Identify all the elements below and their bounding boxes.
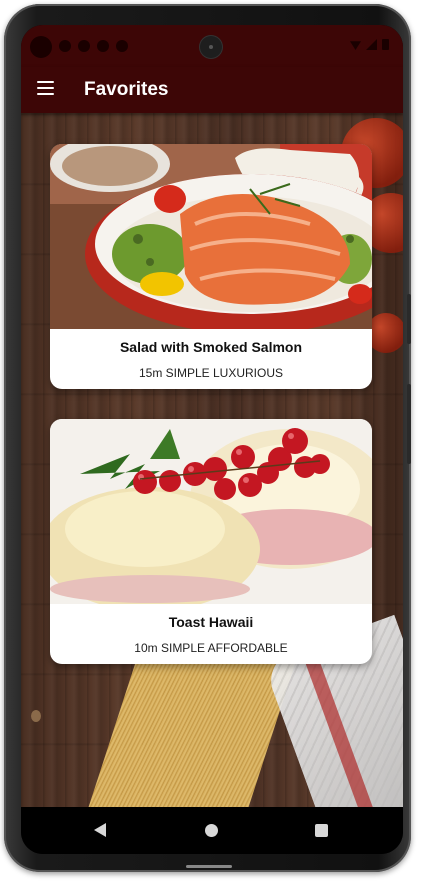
signal-icon xyxy=(366,39,377,50)
status-bar xyxy=(21,25,403,67)
meal-card[interactable]: Salad with Smoked Salmon 15m SIMPLE LUXU… xyxy=(50,144,372,389)
hamburger-menu-icon[interactable] xyxy=(37,81,55,99)
front-camera xyxy=(200,36,222,58)
meal-meta: 15m SIMPLE LUXURIOUS xyxy=(138,366,284,380)
notification-icon xyxy=(59,40,71,52)
background-spaghetti xyxy=(85,658,297,807)
status-right-icons xyxy=(350,39,389,50)
meal-card[interactable]: Toast Hawaii 10m SIMPLE AFFORDABLE xyxy=(50,419,372,664)
notification-icon xyxy=(78,40,90,52)
app-bar: Favorites xyxy=(21,67,403,113)
meal-info: Toast Hawaii 10m SIMPLE AFFORDABLE xyxy=(50,604,372,664)
wifi-icon xyxy=(350,41,361,50)
favorites-list[interactable]: Salad with Smoked Salmon 15m SIMPLE LUXU… xyxy=(21,113,403,807)
battery-icon xyxy=(382,39,389,50)
status-left-icons xyxy=(59,39,128,53)
home-circle-icon[interactable] xyxy=(205,824,218,837)
page-title: Favorites xyxy=(84,79,169,100)
background-nut xyxy=(31,710,41,722)
system-nav-bar xyxy=(21,807,403,854)
volume-button xyxy=(407,294,411,344)
status-avatar-icon xyxy=(30,36,52,58)
notification-icon xyxy=(116,40,128,52)
phone-frame: Favorites Salad with Smoked Salmon 15m S… xyxy=(4,4,411,872)
back-triangle-icon[interactable] xyxy=(94,823,106,837)
phone-chin xyxy=(186,865,232,868)
phone-screen: Favorites Salad with Smoked Salmon 15m S… xyxy=(21,25,403,854)
meal-image xyxy=(50,419,372,604)
meal-title: Toast Hawaii xyxy=(168,614,254,630)
power-button xyxy=(407,384,411,464)
meal-title: Salad with Smoked Salmon xyxy=(119,339,303,355)
meal-meta: 10m SIMPLE AFFORDABLE xyxy=(134,641,288,655)
recents-square-icon[interactable] xyxy=(315,824,328,837)
meal-info: Salad with Smoked Salmon 15m SIMPLE LUXU… xyxy=(50,329,372,389)
meal-image xyxy=(50,144,372,329)
notification-icon xyxy=(97,40,109,52)
